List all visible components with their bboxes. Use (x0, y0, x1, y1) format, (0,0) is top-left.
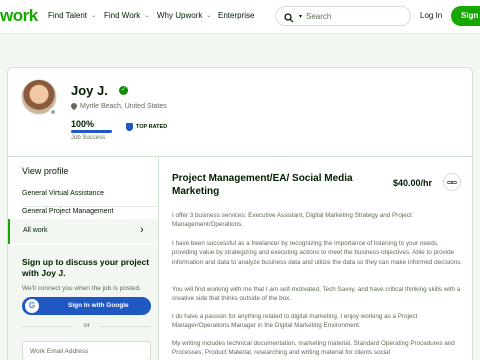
job-success-label: Job Success (71, 135, 106, 141)
divider (22, 206, 158, 207)
chevron-down-icon: ⌄ (206, 13, 212, 19)
search-input[interactable]: ▾ Search (275, 6, 411, 26)
nav-find-talent[interactable]: Find Talent ⌄ (48, 11, 96, 20)
profile-card: Joy J. ✓ Myrtle Beach, United States 100… (7, 67, 473, 360)
overview-paragraph: I offer 3 business services: Executive A… (172, 212, 412, 229)
nav-find-work-label: Find Work (104, 11, 141, 20)
location: Myrtle Beach, United States (71, 103, 167, 110)
sidebar-item-project-management[interactable]: General Project Management (22, 208, 113, 215)
top-rated-badge: TOP RATED (126, 123, 167, 131)
chevron-down-icon[interactable]: ▾ (299, 13, 302, 20)
signup-button[interactable]: Sign (451, 6, 480, 26)
google-signin-label: Sign In with Google (68, 302, 129, 309)
nav-find-talent-label: Find Talent (48, 11, 87, 20)
badge-label: TOP RATED (136, 124, 168, 130)
signup-panel: Sign up to discuss your project with Joy… (8, 245, 158, 360)
profile-detail: Project Management/EA/ Social Media Mark… (159, 157, 472, 360)
chevron-down-icon: ⌄ (144, 13, 150, 19)
profile-name: Joy J. (71, 83, 108, 98)
nav-why-upwork[interactable]: Why Upwork ⌄ (157, 11, 211, 20)
signup-note: We'll connect you when the job is posted… (22, 285, 141, 292)
signup-title: Sign up to discuss your project with Joy… (22, 257, 150, 278)
chevron-down-icon: ⌄ (91, 13, 97, 19)
profile-title: Project Management/EA/ Social Media Mark… (172, 173, 353, 197)
login-link[interactable]: Log In (420, 11, 442, 20)
sidebar-item-virtual-assistance[interactable]: General Virtual Assistance (22, 190, 104, 197)
location-text: Myrtle Beach, United States (80, 103, 167, 110)
nav-enterprise[interactable]: Enterprise (218, 11, 254, 20)
overview-paragraph: I have been successful as a freelancer b… (172, 240, 463, 266)
email-field[interactable]: Work Email Address (22, 341, 151, 360)
overview-paragraph: You will find working with me that I am … (172, 286, 461, 303)
divider (22, 326, 72, 327)
search-icon (284, 10, 298, 23)
nav-find-work[interactable]: Find Work ⌄ (104, 11, 149, 20)
top-navbar: work Find Talent ⌄ Find Work ⌄ Why Upwork ⌄… (0, 0, 480, 34)
google-signin-button[interactable]: G Sign In with Google (22, 297, 151, 315)
hourly-rate: $40.00/hr (393, 178, 433, 188)
job-success-fill (71, 130, 112, 133)
overview-paragraph: My writing includes technical documentat… (172, 340, 455, 357)
nav-enterprise-label: Enterprise (218, 11, 255, 20)
shield-icon (126, 123, 133, 131)
search-placeholder: Search (306, 11, 332, 21)
divider (100, 326, 150, 327)
google-icon: G (25, 299, 39, 313)
job-success-bar (71, 130, 112, 133)
status-dot (49, 108, 57, 116)
copy-link-button[interactable] (443, 173, 461, 191)
link-icon (451, 181, 457, 184)
location-pin-icon (71, 103, 77, 110)
job-success-value: 100% (71, 119, 95, 129)
sidebar-item-all-work[interactable]: All work › (8, 219, 158, 244)
verified-icon: ✓ (119, 86, 128, 95)
or-separator: or (84, 322, 90, 329)
chevron-right-icon: › (140, 224, 144, 236)
overview-paragraph: I do have a passion for anything related… (172, 313, 418, 330)
upwork-logo[interactable]: work (0, 6, 38, 26)
all-work-label: All work (23, 227, 48, 234)
view-profile-title: View profile (22, 166, 69, 176)
nav-why-upwork-label: Why Upwork (157, 11, 203, 20)
sidebar: View profile General Virtual Assistance … (8, 157, 158, 360)
